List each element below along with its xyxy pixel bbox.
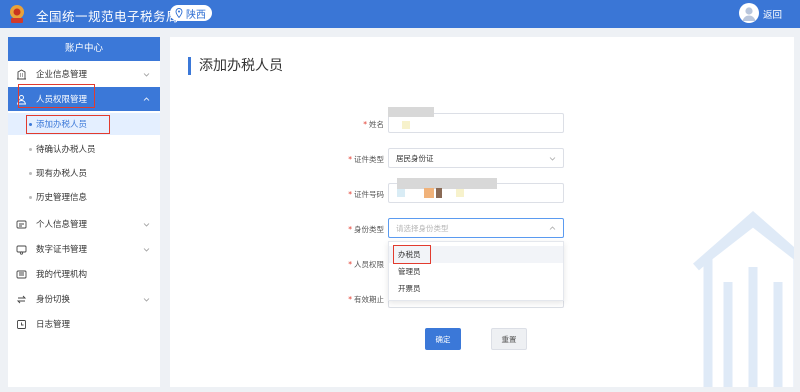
- option-administrator[interactable]: 管理员: [389, 263, 563, 280]
- sidebar-item-label: 企业信息管理: [36, 70, 88, 80]
- region-label: 陕西: [186, 9, 206, 21]
- sidebar-item-label: 身份切换: [36, 295, 71, 305]
- chevron-down-icon: [143, 297, 150, 302]
- switch-icon: [16, 295, 27, 303]
- identity-type-select[interactable]: 请选择身份类型: [388, 218, 564, 238]
- sidebar-item-log[interactable]: 日志管理: [8, 312, 160, 336]
- sidebar-item-label: 数字证书管理: [36, 245, 88, 255]
- tax-emblem-watermark: [693, 211, 794, 387]
- log-icon: [17, 319, 26, 329]
- sidebar-subitem-label: 现有办税人员: [36, 169, 88, 179]
- chevron-up-icon: [143, 96, 150, 101]
- sidebar-item-label: 我的代理机构: [36, 270, 88, 280]
- permission-label: * 人员权限: [348, 260, 384, 269]
- name-label: * 姓名: [363, 120, 384, 129]
- back-link[interactable]: 返回: [763, 7, 782, 21]
- region-selector[interactable]: 陕西: [170, 5, 212, 21]
- sidebar-item-identity-switch[interactable]: 身份切换: [8, 287, 160, 311]
- redacted-block: [436, 188, 442, 198]
- chevron-down-icon: [143, 222, 150, 227]
- id-number-label: * 证件号码: [348, 190, 384, 199]
- sidebar-item-digital-cert[interactable]: 数字证书管理: [8, 237, 160, 261]
- top-bar: 全国统一规范电子税务局 陕西 返回: [0, 0, 800, 28]
- sidebar-subitem-label: 待确认办税人员: [36, 145, 96, 155]
- main-panel: 添加办税人员 * 姓名 * 证件类型 居民身份证 * 证件号码 * 身份类型 请选择身份…: [170, 37, 794, 387]
- sidebar-item-label: 个人信息管理: [36, 220, 88, 230]
- redacted-block: [397, 178, 497, 189]
- user-avatar[interactable]: [739, 3, 759, 23]
- building-icon: [17, 68, 26, 79]
- redacted-block: [402, 121, 410, 129]
- highlight-box: [26, 115, 110, 134]
- chevron-down-icon: [143, 247, 150, 252]
- chevron-up-icon: [549, 226, 556, 230]
- highlight-box: [18, 84, 95, 108]
- redacted-block: [397, 189, 405, 197]
- bullet-icon: [29, 171, 32, 175]
- redacted-block: [388, 107, 434, 117]
- id-type-label: * 证件类型: [348, 155, 384, 164]
- bullet-icon: [29, 195, 32, 199]
- id-type-value: 居民身份证: [396, 153, 434, 163]
- reset-button[interactable]: 重置: [491, 328, 527, 350]
- sidebar-item-personal-info[interactable]: 个人信息管理: [8, 212, 160, 236]
- bullet-icon: [29, 147, 32, 151]
- chevron-down-icon: [143, 72, 150, 77]
- sidebar-item-my-agency[interactable]: 我的代理机构: [8, 262, 160, 286]
- option-invoice-clerk[interactable]: 开票员: [389, 280, 563, 297]
- identity-type-label: * 身份类型: [348, 225, 384, 234]
- location-pin-icon: [175, 8, 183, 18]
- id-card-icon: [16, 220, 27, 228]
- certificate-icon: [16, 245, 27, 255]
- valid-until-label: * 有效期止: [348, 295, 384, 304]
- sidebar: 账户中心 企业信息管理 人员权限管理 添加办税人员 待确认办税人员 现有办税人员…: [8, 37, 160, 387]
- redacted-block: [456, 189, 464, 197]
- agency-icon: [16, 270, 27, 278]
- confirm-button[interactable]: 确定: [425, 328, 461, 350]
- sidebar-subitem-label: 历史管理信息: [36, 193, 88, 203]
- redacted-block: [424, 188, 434, 198]
- id-type-select[interactable]: 居民身份证: [388, 148, 564, 168]
- sidebar-subitem-current-staff[interactable]: 现有办税人员: [8, 162, 160, 184]
- sidebar-subitem-history[interactable]: 历史管理信息: [8, 186, 160, 208]
- sidebar-item-label: 日志管理: [36, 320, 71, 330]
- sidebar-subitem-pending-staff[interactable]: 待确认办税人员: [8, 138, 160, 160]
- identity-type-placeholder: 请选择身份类型: [396, 223, 449, 233]
- tax-emblem-logo: [10, 5, 24, 23]
- chevron-down-icon: [549, 157, 556, 161]
- sidebar-item-enterprise-info[interactable]: 企业信息管理: [8, 62, 160, 86]
- user-icon: [742, 7, 756, 21]
- sidebar-title: 账户中心: [8, 37, 160, 61]
- page-title: 添加办税人员: [188, 57, 283, 75]
- app-title: 全国统一规范电子税务局: [36, 9, 180, 24]
- highlight-box: [393, 245, 431, 264]
